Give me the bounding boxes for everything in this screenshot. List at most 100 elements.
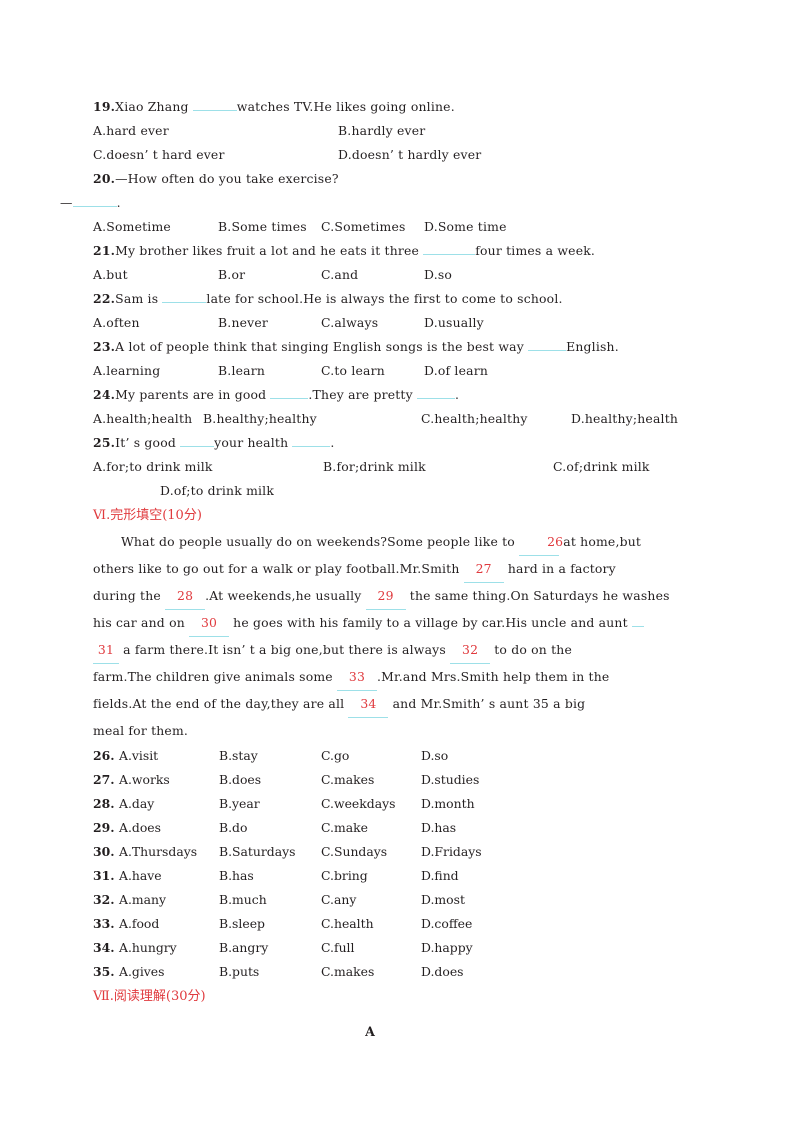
- option-25-c[interactable]: C.of;drink milk: [553, 455, 650, 479]
- option-23-b[interactable]: B.learn: [218, 359, 321, 383]
- cloze-option-b[interactable]: B.stay: [219, 744, 321, 768]
- cloze-option-d[interactable]: D.happy: [421, 936, 521, 960]
- passage-text: his car and on: [93, 615, 190, 630]
- option-19-c[interactable]: C.doesn’ t hard ever: [93, 143, 338, 167]
- passage-text: he goes with his family to a village by …: [229, 615, 632, 630]
- cloze-option-c[interactable]: C.any: [321, 888, 421, 912]
- cloze-question-number: 32.: [93, 892, 115, 907]
- question-24-blank-2[interactable]: [416, 385, 455, 399]
- cloze-blank-33[interactable]: 33: [336, 664, 377, 691]
- cloze-option-d[interactable]: D.so: [421, 744, 521, 768]
- cloze-options-row: 35. A.gives B.puts C.makes D.does: [93, 960, 740, 984]
- cloze-option-a[interactable]: A.works: [119, 768, 219, 792]
- cloze-option-b[interactable]: B.much: [219, 888, 321, 912]
- cloze-option-b[interactable]: B.sleep: [219, 912, 321, 936]
- cloze-option-c[interactable]: C.full: [321, 936, 421, 960]
- option-25-d[interactable]: D.of;to drink milk: [160, 483, 274, 498]
- option-19-d[interactable]: D.doesn’ t hardly ever: [338, 143, 481, 167]
- cloze-blank-29[interactable]: 29: [365, 583, 406, 610]
- question-23-options: A.learning B.learn C.to learn D.of learn: [93, 359, 740, 383]
- cloze-option-d[interactable]: D.Fridays: [421, 840, 521, 864]
- option-19-a[interactable]: A.hard ever: [93, 119, 338, 143]
- cloze-blank-31-continuation[interactable]: [631, 626, 644, 627]
- option-24-d[interactable]: D.healthy;health: [571, 407, 678, 431]
- option-21-b[interactable]: B.or: [218, 263, 321, 287]
- cloze-option-c[interactable]: C.health: [321, 912, 421, 936]
- question-23-blank[interactable]: [528, 337, 567, 351]
- cloze-option-b[interactable]: B.has: [219, 864, 321, 888]
- option-21-d[interactable]: D.so: [424, 263, 527, 287]
- question-23-stem-after: English.: [566, 339, 619, 354]
- cloze-option-c[interactable]: C.weekdays: [321, 792, 421, 816]
- cloze-option-a[interactable]: A.food: [119, 912, 219, 936]
- cloze-option-a[interactable]: A.have: [119, 864, 219, 888]
- cloze-option-c[interactable]: C.go: [321, 744, 421, 768]
- question-19-blank[interactable]: [192, 97, 237, 111]
- option-25-b[interactable]: B.for;drink milk: [323, 455, 553, 479]
- cloze-option-c[interactable]: C.makes: [321, 768, 421, 792]
- cloze-option-d[interactable]: D.has: [421, 816, 521, 840]
- option-23-a[interactable]: A.learning: [93, 359, 218, 383]
- cloze-blank-35[interactable]: 35: [533, 696, 549, 711]
- cloze-option-d[interactable]: D.studies: [421, 768, 521, 792]
- option-20-d[interactable]: D.Some time: [424, 215, 527, 239]
- passage-line: 31 a farm there.It isn’ t a big one,but …: [93, 637, 740, 664]
- cloze-options-row: 30. A.Thursdays B.Saturdays C.Sundays D.Frid…: [93, 840, 740, 864]
- option-24-a[interactable]: A.health;health: [93, 407, 203, 431]
- option-20-a[interactable]: A.Sometime: [93, 215, 218, 239]
- option-20-c[interactable]: C.Sometimes: [321, 215, 424, 239]
- cloze-option-a[interactable]: A.does: [119, 816, 219, 840]
- cloze-blank-34[interactable]: 34: [348, 691, 389, 718]
- cloze-option-c[interactable]: C.Sundays: [321, 840, 421, 864]
- cloze-option-a[interactable]: A.Thursdays: [119, 840, 219, 864]
- question-22-blank[interactable]: [162, 289, 207, 303]
- option-19-b[interactable]: B.hardly ever: [338, 119, 425, 143]
- cloze-blank-30[interactable]: 30: [189, 610, 230, 637]
- cloze-option-b[interactable]: B.Saturdays: [219, 840, 321, 864]
- cloze-blank-32[interactable]: 32: [450, 637, 491, 664]
- cloze-option-b[interactable]: B.do: [219, 816, 321, 840]
- option-21-c[interactable]: C.and: [321, 263, 424, 287]
- cloze-option-c[interactable]: C.bring: [321, 864, 421, 888]
- option-22-c[interactable]: C.always: [321, 311, 424, 335]
- cloze-option-b[interactable]: B.does: [219, 768, 321, 792]
- question-25-blank-1[interactable]: [180, 433, 215, 447]
- cloze-option-b[interactable]: B.angry: [219, 936, 321, 960]
- cloze-option-c[interactable]: C.make: [321, 816, 421, 840]
- cloze-option-c[interactable]: C.makes: [321, 960, 421, 984]
- passage-text: meal for them.: [93, 723, 189, 738]
- option-25-a[interactable]: A.for;to drink milk: [93, 455, 323, 479]
- question-21-blank[interactable]: [423, 241, 476, 255]
- option-22-d[interactable]: D.usually: [424, 311, 527, 335]
- cloze-blank-31[interactable]: 31: [93, 637, 119, 664]
- passage-text: others like to go out for a walk or play…: [93, 561, 464, 576]
- option-22-b[interactable]: B.never: [218, 311, 321, 335]
- cloze-option-b[interactable]: B.puts: [219, 960, 321, 984]
- passage-text: fields.At the end of the day,they are al…: [93, 696, 349, 711]
- cloze-option-b[interactable]: B.year: [219, 792, 321, 816]
- cloze-option-d[interactable]: D.month: [421, 792, 521, 816]
- cloze-option-d[interactable]: D.most: [421, 888, 521, 912]
- option-21-a[interactable]: A.but: [93, 263, 218, 287]
- option-23-c[interactable]: C.to learn: [321, 359, 424, 383]
- cloze-blank-27[interactable]: 27: [463, 556, 504, 583]
- cloze-option-a[interactable]: A.visit: [119, 744, 219, 768]
- cloze-blank-28[interactable]: 28: [165, 583, 206, 610]
- option-22-a[interactable]: A.often: [93, 311, 218, 335]
- question-20-blank[interactable]: [72, 193, 117, 207]
- cloze-blank-26[interactable]: 26: [519, 529, 563, 556]
- question-25-blank-2[interactable]: [292, 433, 331, 447]
- cloze-option-d[interactable]: D.coffee: [421, 912, 521, 936]
- option-23-d[interactable]: D.of learn: [424, 359, 527, 383]
- cloze-option-a[interactable]: A.hungry: [119, 936, 219, 960]
- option-20-b[interactable]: B.Some times: [218, 215, 321, 239]
- cloze-option-a[interactable]: A.day: [119, 792, 219, 816]
- question-25-options-row-2: D.of;to drink milk: [160, 479, 740, 503]
- cloze-option-d[interactable]: D.does: [421, 960, 521, 984]
- question-24-blank-1[interactable]: [270, 385, 309, 399]
- cloze-option-a[interactable]: A.gives: [119, 960, 219, 984]
- cloze-option-a[interactable]: A.many: [119, 888, 219, 912]
- cloze-option-d[interactable]: D.find: [421, 864, 521, 888]
- option-24-c[interactable]: C.health;healthy: [421, 407, 571, 431]
- option-24-b[interactable]: B.healthy;healthy: [203, 407, 421, 431]
